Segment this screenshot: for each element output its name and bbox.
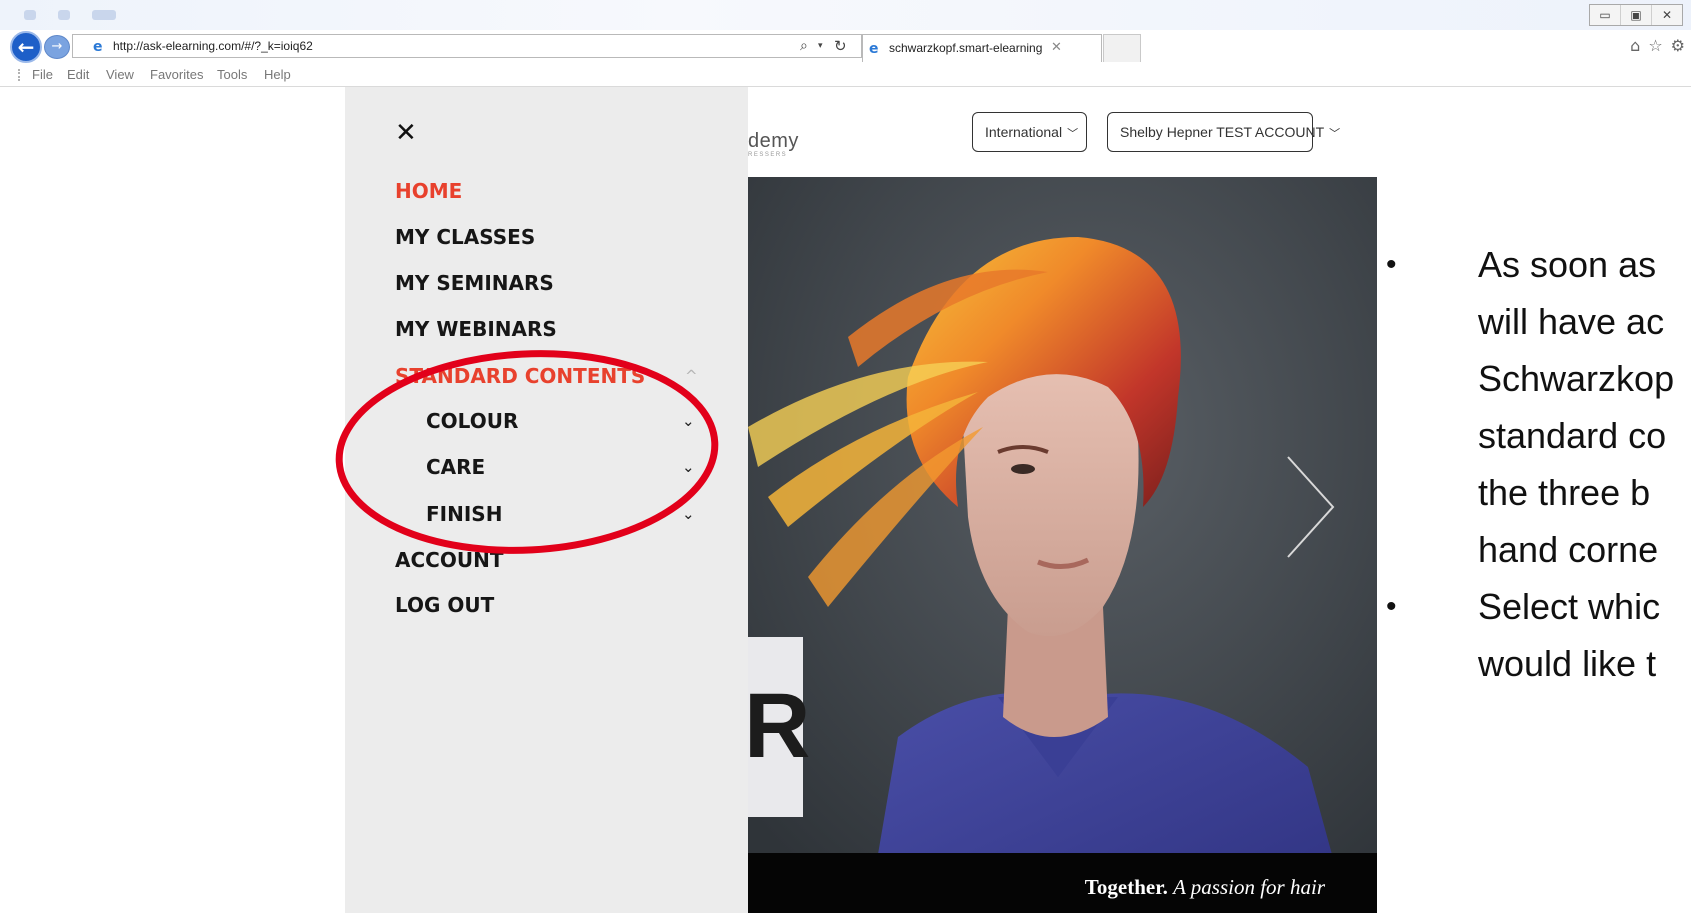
bullet-line: the three b bbox=[1478, 472, 1651, 513]
tab-close-icon[interactable]: ✕ bbox=[1051, 35, 1062, 61]
chevron-up-icon[interactable]: ^ bbox=[685, 363, 698, 389]
menu-favorites[interactable]: Favorites bbox=[150, 64, 203, 86]
nav-colour[interactable]: COLOUR bbox=[426, 408, 518, 434]
nav-my-classes[interactable]: MY CLASSES bbox=[395, 224, 535, 250]
dropdown-arrow-icon[interactable]: ▾ bbox=[818, 35, 823, 57]
browser-chrome: ▭ ▣ ✕ ← → e http://ask-elearning.com/#/?… bbox=[0, 0, 1691, 87]
nav-care[interactable]: CARE bbox=[426, 454, 485, 480]
hero-caption-bold: Together. bbox=[1084, 875, 1168, 899]
close-icon[interactable]: ✕ bbox=[395, 119, 417, 147]
home-icon[interactable]: ⌂ bbox=[1630, 36, 1640, 55]
region-dropdown[interactable]: International ﹀ bbox=[972, 112, 1087, 152]
refresh-icon[interactable]: ↻ bbox=[834, 35, 847, 57]
menu-grip bbox=[18, 69, 22, 81]
hero-carousel: R bbox=[748, 177, 1377, 913]
site-logo[interactable]: demy bbox=[748, 130, 799, 153]
bullet-line: would like t bbox=[1478, 643, 1657, 684]
back-button[interactable]: ← bbox=[10, 31, 42, 63]
menu-tools[interactable]: Tools bbox=[217, 64, 247, 86]
next-slide-icon[interactable] bbox=[1268, 452, 1348, 562]
menu-view[interactable]: View bbox=[106, 64, 134, 86]
menu-help[interactable]: Help bbox=[264, 64, 291, 86]
address-bar[interactable]: e http://ask-elearning.com/#/?_k=ioiq62 bbox=[72, 34, 862, 58]
menu-edit[interactable]: Edit bbox=[67, 64, 89, 86]
title-bar-icon bbox=[92, 10, 116, 20]
forward-button[interactable]: → bbox=[44, 35, 70, 59]
browser-toolbar: ⌂ ☆ ⚙ bbox=[1630, 36, 1685, 55]
nav-home[interactable]: HOME bbox=[395, 178, 462, 204]
title-bar-icon bbox=[58, 10, 70, 20]
title-bar-icon bbox=[24, 10, 36, 20]
bullet-line: Schwarzkop bbox=[1478, 358, 1675, 399]
nav-finish[interactable]: FINISH bbox=[426, 501, 502, 527]
account-dropdown[interactable]: Shelby Hepner TEST ACCOUNT ﹀ bbox=[1107, 112, 1340, 152]
nav-my-webinars[interactable]: MY WEBINARS bbox=[395, 316, 557, 342]
chevron-down-icon[interactable]: ⌄ bbox=[682, 408, 695, 434]
slide-text: • As soon as will have ac Schwarzkop sta… bbox=[1384, 236, 1691, 692]
bullet-line: Select whic bbox=[1478, 586, 1661, 627]
ie-icon: e bbox=[93, 39, 103, 55]
chevron-down-icon: ﹀ bbox=[1067, 127, 1079, 140]
bullet-item: • As soon as bbox=[1384, 236, 1691, 293]
bullet-line: hand corne bbox=[1478, 529, 1659, 570]
account-label: Shelby Hepner TEST ACCOUNT bbox=[1120, 124, 1325, 140]
bullet-icon: • bbox=[1386, 248, 1397, 281]
bullet-line: standard co bbox=[1478, 415, 1667, 456]
close-window-button[interactable]: ✕ bbox=[1651, 5, 1682, 25]
chevron-down-icon[interactable]: ⌄ bbox=[682, 454, 695, 480]
hero-caption: Together. A passion for hair bbox=[1085, 875, 1325, 900]
arrow-right-icon: → bbox=[51, 39, 63, 54]
url-text[interactable]: http://ask-elearning.com/#/?_k=ioiq62 bbox=[113, 35, 313, 57]
side-menu-panel: ✕ HOME MY CLASSES MY SEMINARS MY WEBINAR… bbox=[345, 87, 748, 913]
bullet-line: As soon as bbox=[1478, 244, 1657, 285]
nav-account[interactable]: ACCOUNT bbox=[395, 547, 503, 573]
browser-tab[interactable]: e schwarzkopf.smart-elearning ✕ bbox=[862, 34, 1102, 62]
chevron-down-icon: ﹀ bbox=[1329, 127, 1341, 140]
site-logo-subtitle: RESSERS bbox=[748, 152, 788, 158]
arrow-left-icon: ← bbox=[17, 35, 35, 59]
menu-file[interactable]: File bbox=[32, 64, 53, 86]
bullet-item: • Select whic bbox=[1384, 578, 1691, 635]
menu-bar: File Edit View Favorites Tools Help bbox=[0, 64, 1691, 86]
nav-standard-contents[interactable]: STANDARD CONTENTS bbox=[395, 363, 645, 389]
search-icon[interactable]: ⌕ bbox=[800, 35, 808, 57]
nav-my-seminars[interactable]: MY SEMINARS bbox=[395, 270, 554, 296]
region-label: International bbox=[985, 124, 1063, 140]
bullet-line: will have ac bbox=[1478, 301, 1665, 342]
maximize-button[interactable]: ▣ bbox=[1620, 5, 1651, 25]
star-icon[interactable]: ☆ bbox=[1648, 36, 1662, 55]
window-controls: ▭ ▣ ✕ bbox=[1589, 4, 1683, 26]
new-tab-button[interactable] bbox=[1103, 34, 1141, 62]
nav-log-out[interactable]: LOG OUT bbox=[395, 592, 494, 618]
gear-icon[interactable]: ⚙ bbox=[1671, 36, 1685, 55]
title-bar bbox=[0, 0, 1691, 30]
ie-icon: e bbox=[869, 41, 879, 57]
hero-overlay-letter: R bbox=[748, 675, 810, 777]
hero-caption-bar: Together. A passion for hair bbox=[748, 853, 1377, 913]
minimize-button[interactable]: ▭ bbox=[1590, 5, 1620, 25]
hero-caption-italic: A passion for hair bbox=[1173, 875, 1325, 899]
bullet-icon: • bbox=[1386, 590, 1397, 623]
tab-title: schwarzkopf.smart-elearning bbox=[889, 41, 1043, 55]
chevron-down-icon[interactable]: ⌄ bbox=[682, 501, 695, 527]
